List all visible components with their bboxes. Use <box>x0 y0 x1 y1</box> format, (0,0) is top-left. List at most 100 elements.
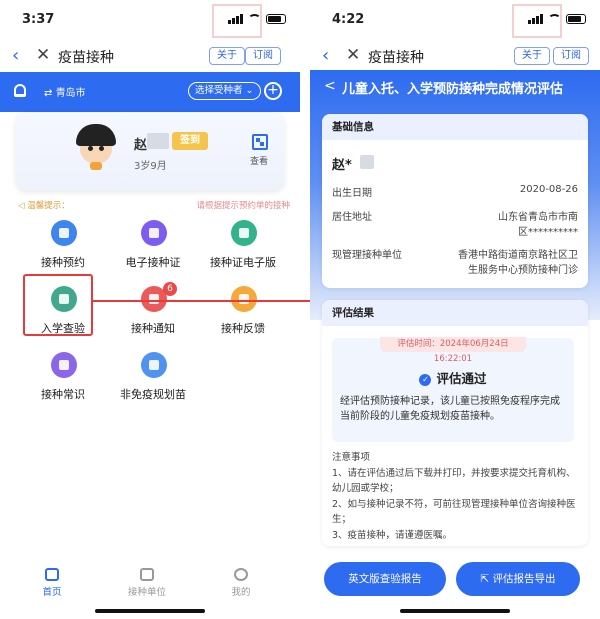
knowledge-icon <box>51 352 77 378</box>
service-label: 接种证电子版 <box>210 256 276 269</box>
service-label: 接种通知 <box>131 322 175 335</box>
check-circle-icon: ✓ <box>419 374 432 386</box>
notes-title: 注意事项 <box>332 452 371 463</box>
assessment-title: 儿童入托、入学预防接种完成情况评估 <box>342 82 564 97</box>
child-name: 赵 <box>134 138 148 153</box>
close-icon[interactable]: ✕ <box>36 45 50 65</box>
service-label: 接种常识 <box>41 388 85 401</box>
tab-profile[interactable]: 我的 <box>211 568 271 598</box>
tip-label: 温馨提示： <box>27 201 70 211</box>
tab-home[interactable]: 首页 <box>22 568 82 598</box>
battery-icon <box>266 13 286 24</box>
export-icon: ⇱ <box>480 573 493 585</box>
note-item: 3、疫苗接种，请谨遵医嘱。 <box>332 530 453 541</box>
select-vaccinee-dropdown[interactable]: 选择受种者 ⌄ <box>188 82 261 100</box>
tab-bar: 首页 接种单位 我的 <box>0 562 300 602</box>
result-description: 经评估预防接种记录，该儿童已按照免疫程序完成当前阶段的儿童免疫规划疫苗接种。 <box>340 396 560 422</box>
tab-profile-label: 我的 <box>231 587 251 598</box>
home-indicator <box>95 609 205 613</box>
service-item-0[interactable]: 接种预约 <box>18 218 108 274</box>
name-redaction <box>147 133 169 149</box>
calendar-icon <box>51 220 77 246</box>
result-title: 评估结果 <box>322 300 588 326</box>
notification-badge: 6 <box>163 282 177 296</box>
service-item-1[interactable]: 电子接种证 <box>108 218 198 274</box>
chevron-down-icon: ⌄ <box>245 85 254 96</box>
subscribe-button[interactable]: 订阅 <box>245 47 281 65</box>
view-link[interactable]: 查看 <box>250 154 268 167</box>
signin-button[interactable]: 签到 <box>172 132 208 150</box>
nav-bar: ‹ ✕ 疫苗接种 关于 订阅 <box>310 42 600 68</box>
about-button[interactable]: 关于 <box>514 47 550 65</box>
chevron-left-icon[interactable]: < <box>324 78 336 94</box>
about-button[interactable]: 关于 <box>209 47 245 65</box>
select-vaccinee-label: 选择受种者 <box>195 85 243 96</box>
home-indicator <box>400 609 510 613</box>
child-name: 赵* <box>332 158 352 173</box>
service-label: 接种预约 <box>41 256 85 269</box>
feedback-icon <box>231 286 257 312</box>
result-panel: 评估结果 评估时间：2024年06月24日 16:22:01 ✓ 评估通过 经评估… <box>322 300 588 546</box>
tip-message[interactable]: 请根据提示预约单的接种 <box>196 199 290 211</box>
service-item-7[interactable]: 非免疫规划苗 <box>108 350 198 406</box>
building-icon <box>140 568 154 581</box>
tab-home-label: 首页 <box>42 587 62 598</box>
profile-icon <box>234 568 248 581</box>
dob-label: 出生日期 <box>332 188 372 199</box>
basic-info-panel: 基础信息 赵* 出生日期 2020-08-26 居住地址 山东省青岛市市南 区*… <box>322 114 588 288</box>
back-icon[interactable]: ‹ <box>322 45 329 66</box>
english-report-button[interactable]: 英文版查验报告 <box>324 562 446 596</box>
tab-vaccination-unit[interactable]: 接种单位 <box>117 568 177 598</box>
service-item-6[interactable]: 接种常识 <box>18 350 108 406</box>
watermark-logo <box>212 4 262 38</box>
highlight-box <box>23 274 93 336</box>
note-item: 1、请在评估通过后下载并打印，并按要求提交托育机构、幼儿园或学校； <box>332 468 576 494</box>
qr-code-icon[interactable] <box>252 134 268 150</box>
assessment-time: 评估时间：2024年06月24日 16:22:01 <box>380 337 526 364</box>
close-icon[interactable]: ✕ <box>346 45 360 65</box>
back-icon[interactable]: ‹ <box>12 45 19 66</box>
export-report-label: 评估报告导出 <box>492 573 556 585</box>
name-redaction <box>360 155 374 169</box>
nav-bar: ‹ ✕ 疫苗接种 关于 订阅 <box>0 42 300 68</box>
city-label: 青岛市 <box>55 88 86 99</box>
notes-section: 注意事项 1、请在评估通过后下载并打印，并按要求提交托育机构、幼儿园或学校； 2… <box>332 450 576 544</box>
avatar <box>74 124 118 172</box>
add-icon[interactable]: + <box>264 82 282 100</box>
status-time: 3:37 <box>22 12 55 27</box>
service-item-2[interactable]: 接种证电子版 <box>198 218 288 274</box>
city-switch[interactable]: ⇄ 青岛市 <box>44 84 86 99</box>
unit-value-line1: 香港中路街道南京路社区卫 <box>458 250 578 261</box>
unit-value-line2: 生服务中心预防接种门诊 <box>468 265 578 276</box>
right-phone-screen: 4:22 ‹ ✕ 疫苗接种 关于 订阅 < 儿童入托、入学预防接种完成情况评估 … <box>310 0 600 619</box>
subscribe-button[interactable]: 订阅 <box>553 47 589 65</box>
certificate-book-icon <box>231 220 257 246</box>
note-item: 2、如与接种记录不符，可前往现管理接种单位咨询接种医生； <box>332 499 576 525</box>
dob-value: 2020-08-26 <box>519 184 578 195</box>
service-label: 电子接种证 <box>125 256 181 269</box>
service-item-4[interactable]: 6 接种通知 <box>108 282 198 340</box>
battery-icon <box>566 13 586 24</box>
export-report-button[interactable]: ⇱ 评估报告导出 <box>456 562 580 596</box>
address-value-line2: 区********** <box>518 227 578 238</box>
status-text: 评估通过 <box>436 371 487 386</box>
annotation-arrow-line <box>93 300 313 302</box>
watermark-logo <box>512 4 562 38</box>
profile-card[interactable]: 赵 签到 3岁9月 查看 <box>16 112 284 190</box>
basic-info-title: 基础信息 <box>322 114 588 140</box>
left-phone-screen: 3:37 ‹ ✕ 疫苗接种 关于 订阅 ⇄ 青岛市 选择受种者 ⌄ + 赵 签到… <box>0 0 300 619</box>
page-title: 疫苗接种 <box>58 50 114 66</box>
service-item-5[interactable]: 接种反馈 <box>198 284 288 340</box>
tip-line: ◁ 温馨提示： 请根据提示预约单的接种 <box>18 199 290 213</box>
child-age: 3岁9月 <box>134 161 167 172</box>
tab-unit-label: 接种单位 <box>127 587 166 598</box>
address-value-line1: 山东省青岛市市南 <box>498 212 578 223</box>
unit-label: 现管理接种单位 <box>332 250 402 261</box>
bell-icon[interactable] <box>14 84 26 97</box>
vaccine-plan-icon <box>141 352 167 378</box>
e-certificate-icon <box>141 220 167 246</box>
service-label: 非免疫规划苗 <box>120 388 186 401</box>
result-box: 评估时间：2024年06月24日 16:22:01 ✓ 评估通过 经评估预防接种记… <box>332 337 574 442</box>
assessment-status: ✓ 评估通过 <box>332 368 574 387</box>
page-title: 疫苗接种 <box>368 50 424 66</box>
